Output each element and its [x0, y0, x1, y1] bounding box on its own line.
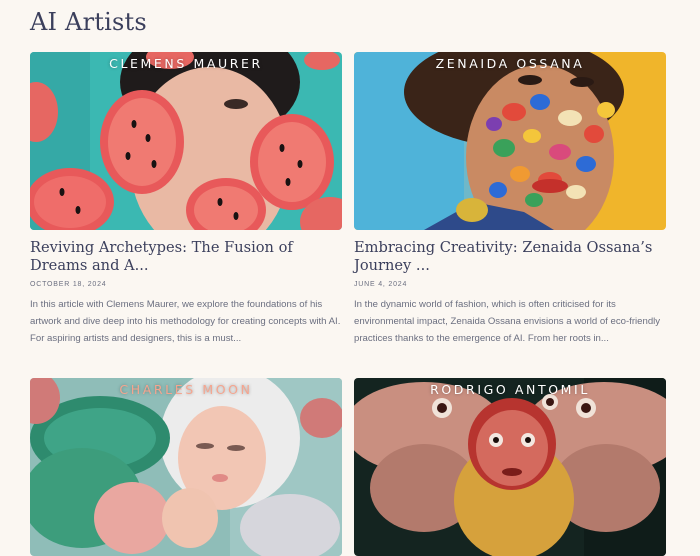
artist-name-label: RODRIGO ANTOMIL	[430, 382, 590, 397]
portrait-silver-hair-image	[30, 378, 342, 556]
artist-name-label: ZENAIDA OSSANA	[435, 56, 585, 71]
article-thumbnail[interactable]: CLEMENS MAURER	[30, 52, 342, 230]
article-card[interactable]: RODRIGO ANTOMIL	[354, 378, 666, 556]
article-card[interactable]: CLEMENS MAURER Reviving Archetypes: The …	[30, 52, 342, 347]
portrait-mosaic-face-image	[354, 52, 666, 230]
portrait-watermelon-image	[30, 52, 342, 230]
article-thumbnail[interactable]: ZENAIDA OSSANA	[354, 52, 666, 230]
article-title-link[interactable]: Reviving Archetypes: The Fusion of Dream…	[30, 239, 342, 275]
artist-name-label: CHARLES MOON	[119, 382, 253, 397]
article-title-link[interactable]: Embracing Creativity: Zenaida Ossana’s J…	[354, 239, 666, 275]
article-card[interactable]: CHARLES MOON	[30, 378, 342, 556]
article-card[interactable]: ZENAIDA OSSANA Embracing Creativity: Zen…	[354, 52, 666, 347]
artist-name-label: CLEMENS MAURER	[109, 56, 263, 71]
article-thumbnail[interactable]: RODRIGO ANTOMIL	[354, 378, 666, 556]
article-excerpt: In the dynamic world of fashion, which i…	[354, 299, 661, 344]
article-date: OCTOBER 18, 2024	[30, 281, 107, 288]
article-excerpt: In this article with Clemens Maurer, we …	[30, 299, 341, 344]
page-title: AI Artists	[30, 8, 147, 36]
portrait-moth-mask-image	[354, 378, 666, 556]
article-thumbnail[interactable]: CHARLES MOON	[30, 378, 342, 556]
article-date: JUNE 4, 2024	[354, 281, 408, 288]
